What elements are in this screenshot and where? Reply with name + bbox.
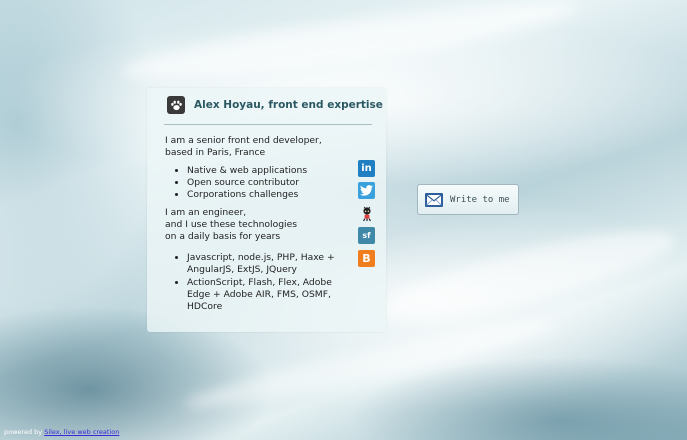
- background-streak: [378, 214, 682, 336]
- engineer-line: on a daily basis for years: [165, 231, 281, 242]
- background-streak: [119, 0, 581, 92]
- linkedin-glyph: in: [361, 163, 372, 174]
- github-octocat-icon[interactable]: [358, 205, 375, 222]
- header-divider: [164, 124, 372, 125]
- list-item: ActionScript, Flash, Flex, Adobe Edge + …: [187, 277, 355, 313]
- paw-icon: [167, 96, 185, 114]
- list-item: Open source contributor: [187, 177, 355, 189]
- stackoverflow-glyph: sf: [362, 231, 371, 240]
- engineer-line: and I use these technologies: [165, 219, 298, 230]
- mail-icon: [425, 192, 443, 207]
- engineer-line: I am an engineer,: [165, 207, 247, 218]
- stackoverflow-icon[interactable]: sf: [358, 227, 375, 244]
- list-item: Javascript, node.js, PHP, Haxe + Angular…: [187, 252, 355, 276]
- roles-list: Native & web applications Open source co…: [165, 165, 355, 201]
- profile-description: I am a senior front end developer, based…: [165, 135, 355, 319]
- intro-line: I am a senior front end developer,: [165, 135, 322, 146]
- list-item: Native & web applications: [187, 165, 355, 177]
- silex-link[interactable]: Silex, live web creation: [44, 428, 119, 436]
- list-item: Corporations challenges: [187, 189, 355, 201]
- footer-prefix: powered by: [4, 428, 45, 436]
- twitter-icon[interactable]: [358, 182, 375, 199]
- blogger-icon[interactable]: B: [358, 250, 375, 267]
- blogger-glyph: B: [362, 252, 371, 265]
- intro-text: I am a senior front end developer, based…: [165, 135, 355, 159]
- profile-card: Alex Hoyau, front end expertise I am a s…: [147, 88, 386, 332]
- footer-credit: powered by Silex, live web creation: [4, 428, 119, 436]
- write-to-me-label: Write to me: [450, 194, 510, 205]
- intro-line: based in Paris, France: [165, 147, 266, 158]
- write-to-me-button[interactable]: Write to me: [417, 184, 519, 215]
- profile-header: Alex Hoyau, front end expertise: [167, 96, 383, 114]
- engineer-text: I am an engineer, and I use these techno…: [165, 207, 355, 243]
- page-title: Alex Hoyau, front end expertise: [194, 99, 383, 111]
- technologies-list: Javascript, node.js, PHP, Haxe + Angular…: [165, 252, 355, 313]
- linkedin-icon[interactable]: in: [358, 160, 375, 177]
